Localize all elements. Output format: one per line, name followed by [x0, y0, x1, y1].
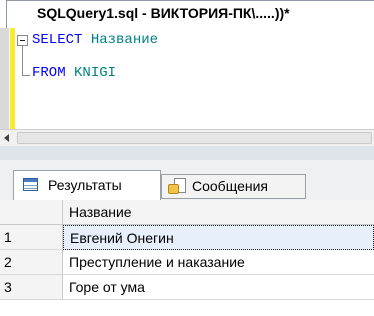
document-tab-title: SQLQuery1.sql - ВИКТОРИЯ-ПК\.....))*	[37, 5, 290, 21]
tab-results-label: Результаты	[48, 177, 122, 193]
editor-margin	[0, 28, 9, 129]
sql-keyword: FROM	[32, 65, 66, 81]
row-number: 2	[4, 254, 12, 270]
horizontal-scrollbar[interactable]	[0, 129, 374, 146]
ssms-query-window: SQLQuery1.sql - ВИКТОРИЯ-ПК\.....))* SEL…	[0, 0, 374, 316]
row-number: 3	[4, 279, 12, 295]
row-number-cell[interactable]: 2	[0, 250, 63, 275]
grid-icon	[23, 178, 38, 191]
cell-value: Горе от ума	[69, 279, 145, 295]
grid-corner-cell[interactable]	[0, 200, 63, 225]
document-tab[interactable]: SQLQuery1.sql - ВИКТОРИЯ-ПК\.....))*	[6, 0, 374, 28]
collapse-icon[interactable]	[17, 35, 28, 46]
table-row[interactable]: 3 Горе от ума	[0, 275, 374, 300]
sql-identifier: KNIGI	[74, 65, 117, 81]
row-number-cell[interactable]: 1	[0, 225, 63, 250]
column-header-label: Название	[69, 204, 132, 220]
data-cell-selected[interactable]: Евгений Онегин	[63, 225, 374, 250]
tab-results[interactable]: Результаты	[13, 170, 161, 200]
tab-messages[interactable]: Сообщения	[161, 174, 306, 199]
grid-header-row: Название	[0, 200, 374, 225]
column-header[interactable]: Название	[63, 200, 374, 225]
data-cell[interactable]: Горе от ума	[63, 275, 374, 300]
tab-messages-label: Сообщения	[192, 178, 268, 194]
table-row[interactable]: 2 Преступление и наказание	[0, 250, 374, 275]
sql-identifier: Название	[90, 32, 159, 48]
row-number-cell[interactable]: 3	[0, 275, 63, 300]
results-tabstrip: Результаты Сообщения	[0, 160, 374, 200]
cell-value: Евгений Онегин	[70, 230, 174, 246]
data-cell[interactable]: Преступление и наказание	[63, 250, 374, 275]
outline-guide	[22, 46, 23, 76]
messages-icon	[168, 178, 186, 196]
table-row[interactable]: 1 Евгений Онегин	[0, 225, 374, 250]
outline-guide-end	[22, 75, 30, 76]
results-grid[interactable]: Название 1 Евгений Онегин 2 Преступление…	[0, 200, 374, 316]
scrollbar-thumb[interactable]	[17, 132, 372, 144]
cell-value: Преступление и наказание	[69, 254, 245, 270]
query-editor[interactable]: SELECT Название FROM KNIGI	[0, 28, 374, 129]
change-tracking-bar	[10, 28, 15, 129]
row-number: 1	[4, 229, 12, 245]
code-line-1: SELECT Название	[32, 32, 158, 48]
sql-keyword: SELECT	[32, 32, 83, 48]
scroll-left-icon[interactable]	[0, 130, 15, 146]
pane-splitter[interactable]	[0, 146, 374, 160]
code-line-2: FROM KNIGI	[32, 65, 116, 81]
